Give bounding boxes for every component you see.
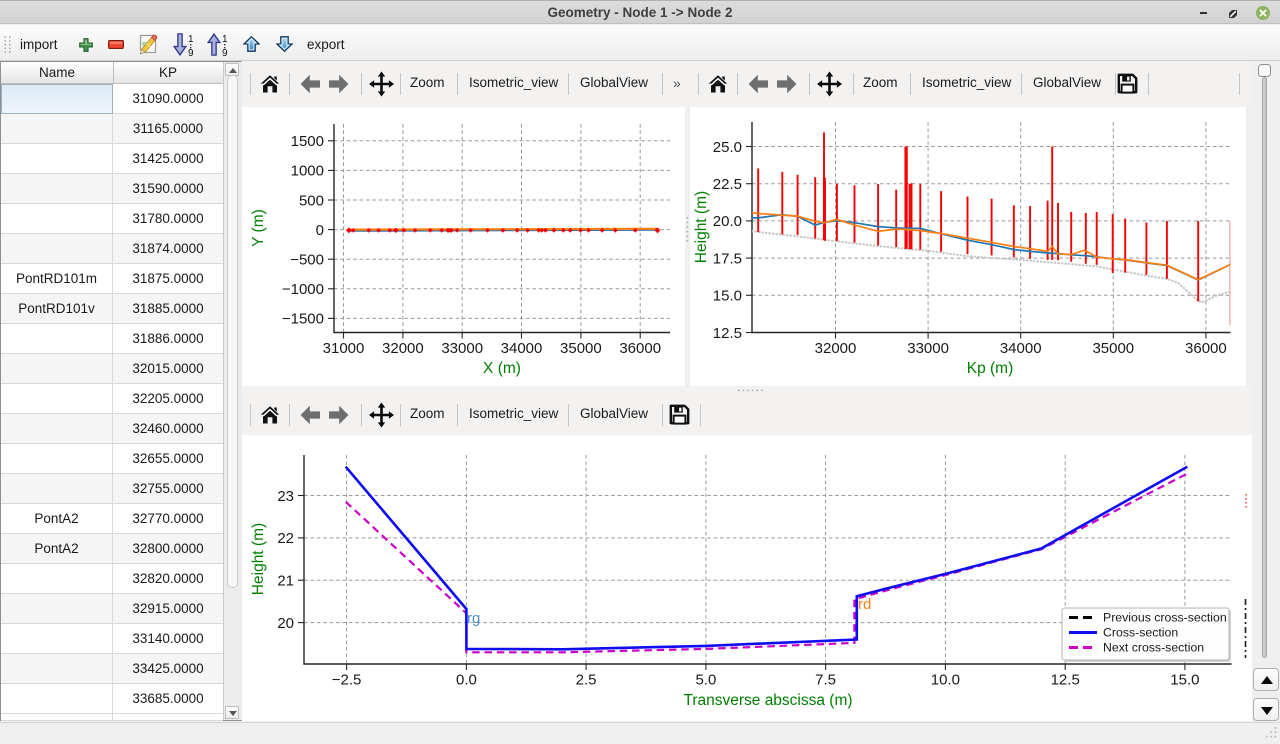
svg-text:32000: 32000: [382, 340, 424, 357]
svg-text:34000: 34000: [1000, 340, 1042, 357]
svg-text:12.5: 12.5: [1051, 672, 1080, 689]
svg-text:35000: 35000: [560, 340, 602, 357]
svg-text:Cross-section: Cross-section: [1103, 626, 1178, 640]
svg-text:−2.5: −2.5: [332, 672, 362, 689]
svg-text:34000: 34000: [501, 340, 543, 357]
svg-text:21: 21: [277, 573, 294, 590]
svg-text:35000: 35000: [1092, 340, 1134, 357]
svg-text:33000: 33000: [441, 340, 483, 357]
svg-text:Height (m): Height (m): [250, 523, 267, 595]
svg-text:36000: 36000: [619, 340, 661, 357]
svg-text:33000: 33000: [907, 340, 949, 357]
svg-text:2.5: 2.5: [576, 672, 597, 689]
svg-text:22.5: 22.5: [713, 176, 742, 193]
svg-text:rd: rd: [858, 596, 871, 613]
svg-text:20.0: 20.0: [713, 213, 742, 230]
svg-text:15.0: 15.0: [1170, 672, 1199, 689]
svg-text:25.0: 25.0: [713, 139, 742, 156]
svg-text:−1500: −1500: [282, 311, 324, 328]
svg-text:−1000: −1000: [282, 281, 324, 298]
svg-text:15.0: 15.0: [713, 288, 742, 305]
svg-text:Previous cross-section: Previous cross-section: [1103, 611, 1227, 625]
svg-text:rg: rg: [467, 610, 480, 627]
svg-text:31000: 31000: [323, 340, 365, 357]
svg-text:7.5: 7.5: [815, 672, 836, 689]
svg-text:32000: 32000: [815, 340, 857, 357]
svg-text:Y (m): Y (m): [250, 209, 267, 247]
svg-text:5.0: 5.0: [695, 672, 716, 689]
svg-text:Kp (m): Kp (m): [967, 360, 1014, 377]
svg-text:Height (m): Height (m): [693, 191, 710, 263]
svg-text:1500: 1500: [291, 133, 324, 150]
svg-text:X (m): X (m): [483, 360, 521, 377]
svg-text:10.0: 10.0: [931, 672, 960, 689]
svg-text:500: 500: [299, 192, 324, 209]
svg-text:12.5: 12.5: [713, 325, 742, 342]
svg-text:17.5: 17.5: [713, 250, 742, 267]
svg-text:22: 22: [277, 530, 294, 547]
svg-text:36000: 36000: [1185, 340, 1227, 357]
svg-text:Next cross-section: Next cross-section: [1103, 641, 1204, 655]
svg-text:0: 0: [316, 222, 324, 239]
svg-text:23: 23: [277, 488, 294, 505]
svg-text:20: 20: [277, 615, 294, 632]
svg-text:1000: 1000: [291, 163, 324, 180]
svg-text:−500: −500: [290, 252, 324, 269]
svg-text:0.0: 0.0: [456, 672, 477, 689]
svg-text:Transverse abscissa (m): Transverse abscissa (m): [683, 692, 852, 709]
